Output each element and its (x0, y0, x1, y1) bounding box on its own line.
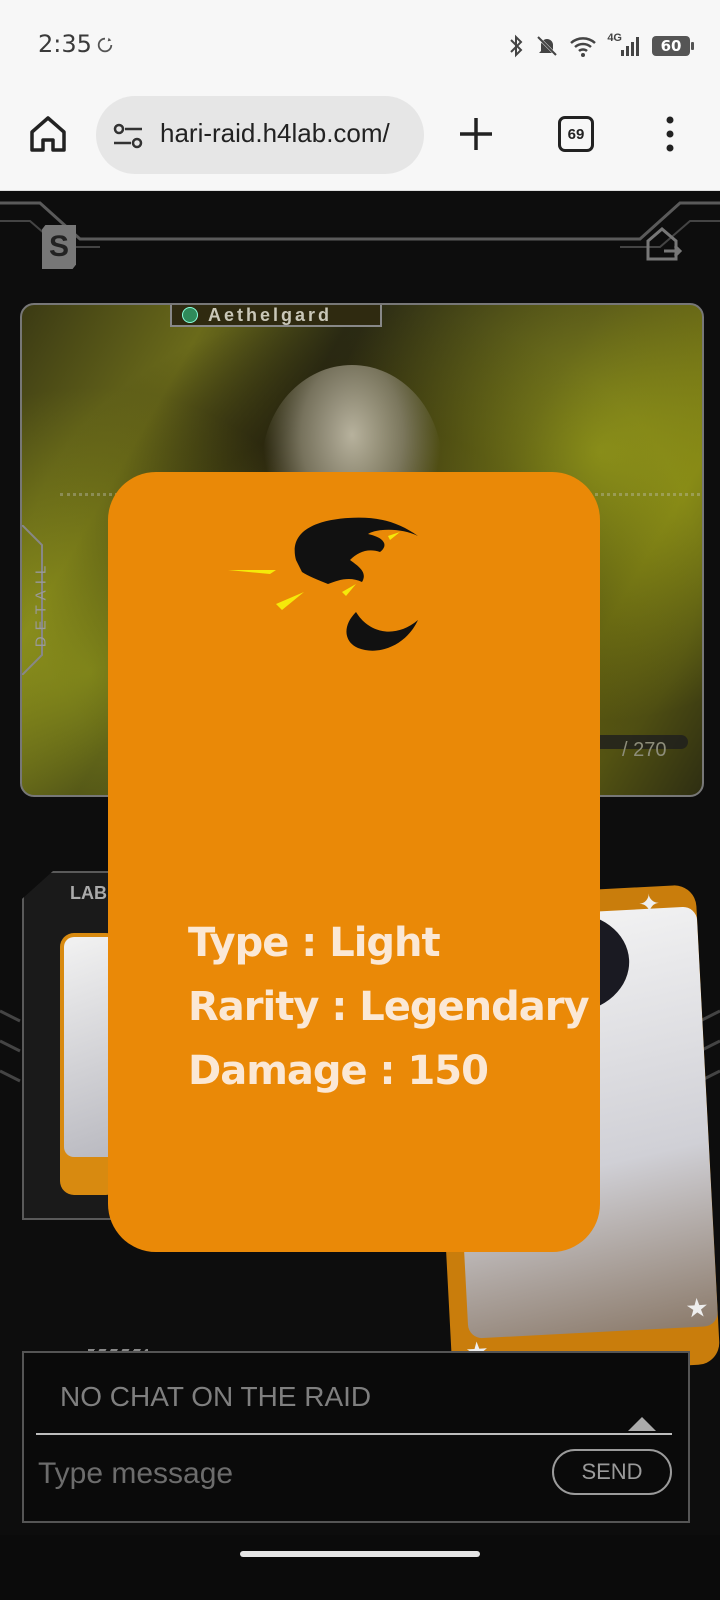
exit-icon[interactable] (640, 221, 684, 265)
sync-icon (97, 37, 113, 53)
card-popup[interactable]: Type : Light Rarity : Legendary Damage :… (108, 472, 600, 1252)
logo[interactable]: S (42, 225, 76, 269)
overflow-menu-icon[interactable] (660, 114, 680, 154)
tabs-icon[interactable]: 69 (558, 116, 594, 152)
wifi-icon (570, 37, 597, 57)
star-icon: ★ (684, 1292, 710, 1324)
boss-name: Aethelgard (208, 304, 333, 325)
mute-icon (537, 35, 558, 57)
boss-name-tag: Aethelgard (170, 305, 382, 327)
chevron-up-icon[interactable] (626, 1413, 658, 1433)
status-time: 2:35 (38, 30, 92, 58)
star-icon: ✦ (637, 888, 661, 920)
network-type: 4G (607, 32, 622, 44)
boss-status-dot (182, 307, 198, 323)
lab-label: LAB (70, 883, 107, 903)
signal-icon (621, 37, 639, 56)
system-nav-bar (0, 1535, 720, 1600)
chat-divider (36, 1433, 672, 1435)
detail-tab[interactable]: DETAIL (33, 539, 50, 669)
card-damage: Damage : 150 (188, 1048, 489, 1094)
bluetooth-icon (510, 34, 523, 58)
boss-hp-text: / 270 (622, 739, 667, 761)
message-input[interactable] (36, 1447, 540, 1501)
url-text[interactable]: hari-raid.h4lab.com/ (160, 118, 410, 149)
new-tab-icon[interactable] (456, 114, 496, 154)
card-stats: Type : Light Rarity : Legendary Damage :… (188, 920, 590, 1112)
home-indicator[interactable] (240, 1551, 480, 1557)
status-icons: 4G 60 (507, 30, 694, 62)
chat-empty-message: NO CHAT ON THE RAID (60, 1381, 372, 1412)
light-element-icon (228, 517, 418, 651)
site-settings-icon[interactable] (112, 122, 144, 150)
home-icon[interactable] (26, 112, 70, 156)
address-bar[interactable]: hari-raid.h4lab.com/ (96, 96, 424, 174)
send-button[interactable]: SEND (552, 1449, 672, 1495)
card-rarity: Rarity : Legendary (188, 984, 590, 1030)
top-frame (0, 201, 720, 248)
browser-toolbar: hari-raid.h4lab.com/ 69 (0, 92, 720, 191)
tab-count: 69 (567, 125, 585, 143)
battery-icon: 60 (652, 36, 694, 56)
chat-panel: NO CHAT ON THE RAID SEND (22, 1351, 690, 1523)
status-bar: 2:35 4G 60 (0, 0, 720, 92)
card-type: Type : Light (188, 920, 441, 966)
